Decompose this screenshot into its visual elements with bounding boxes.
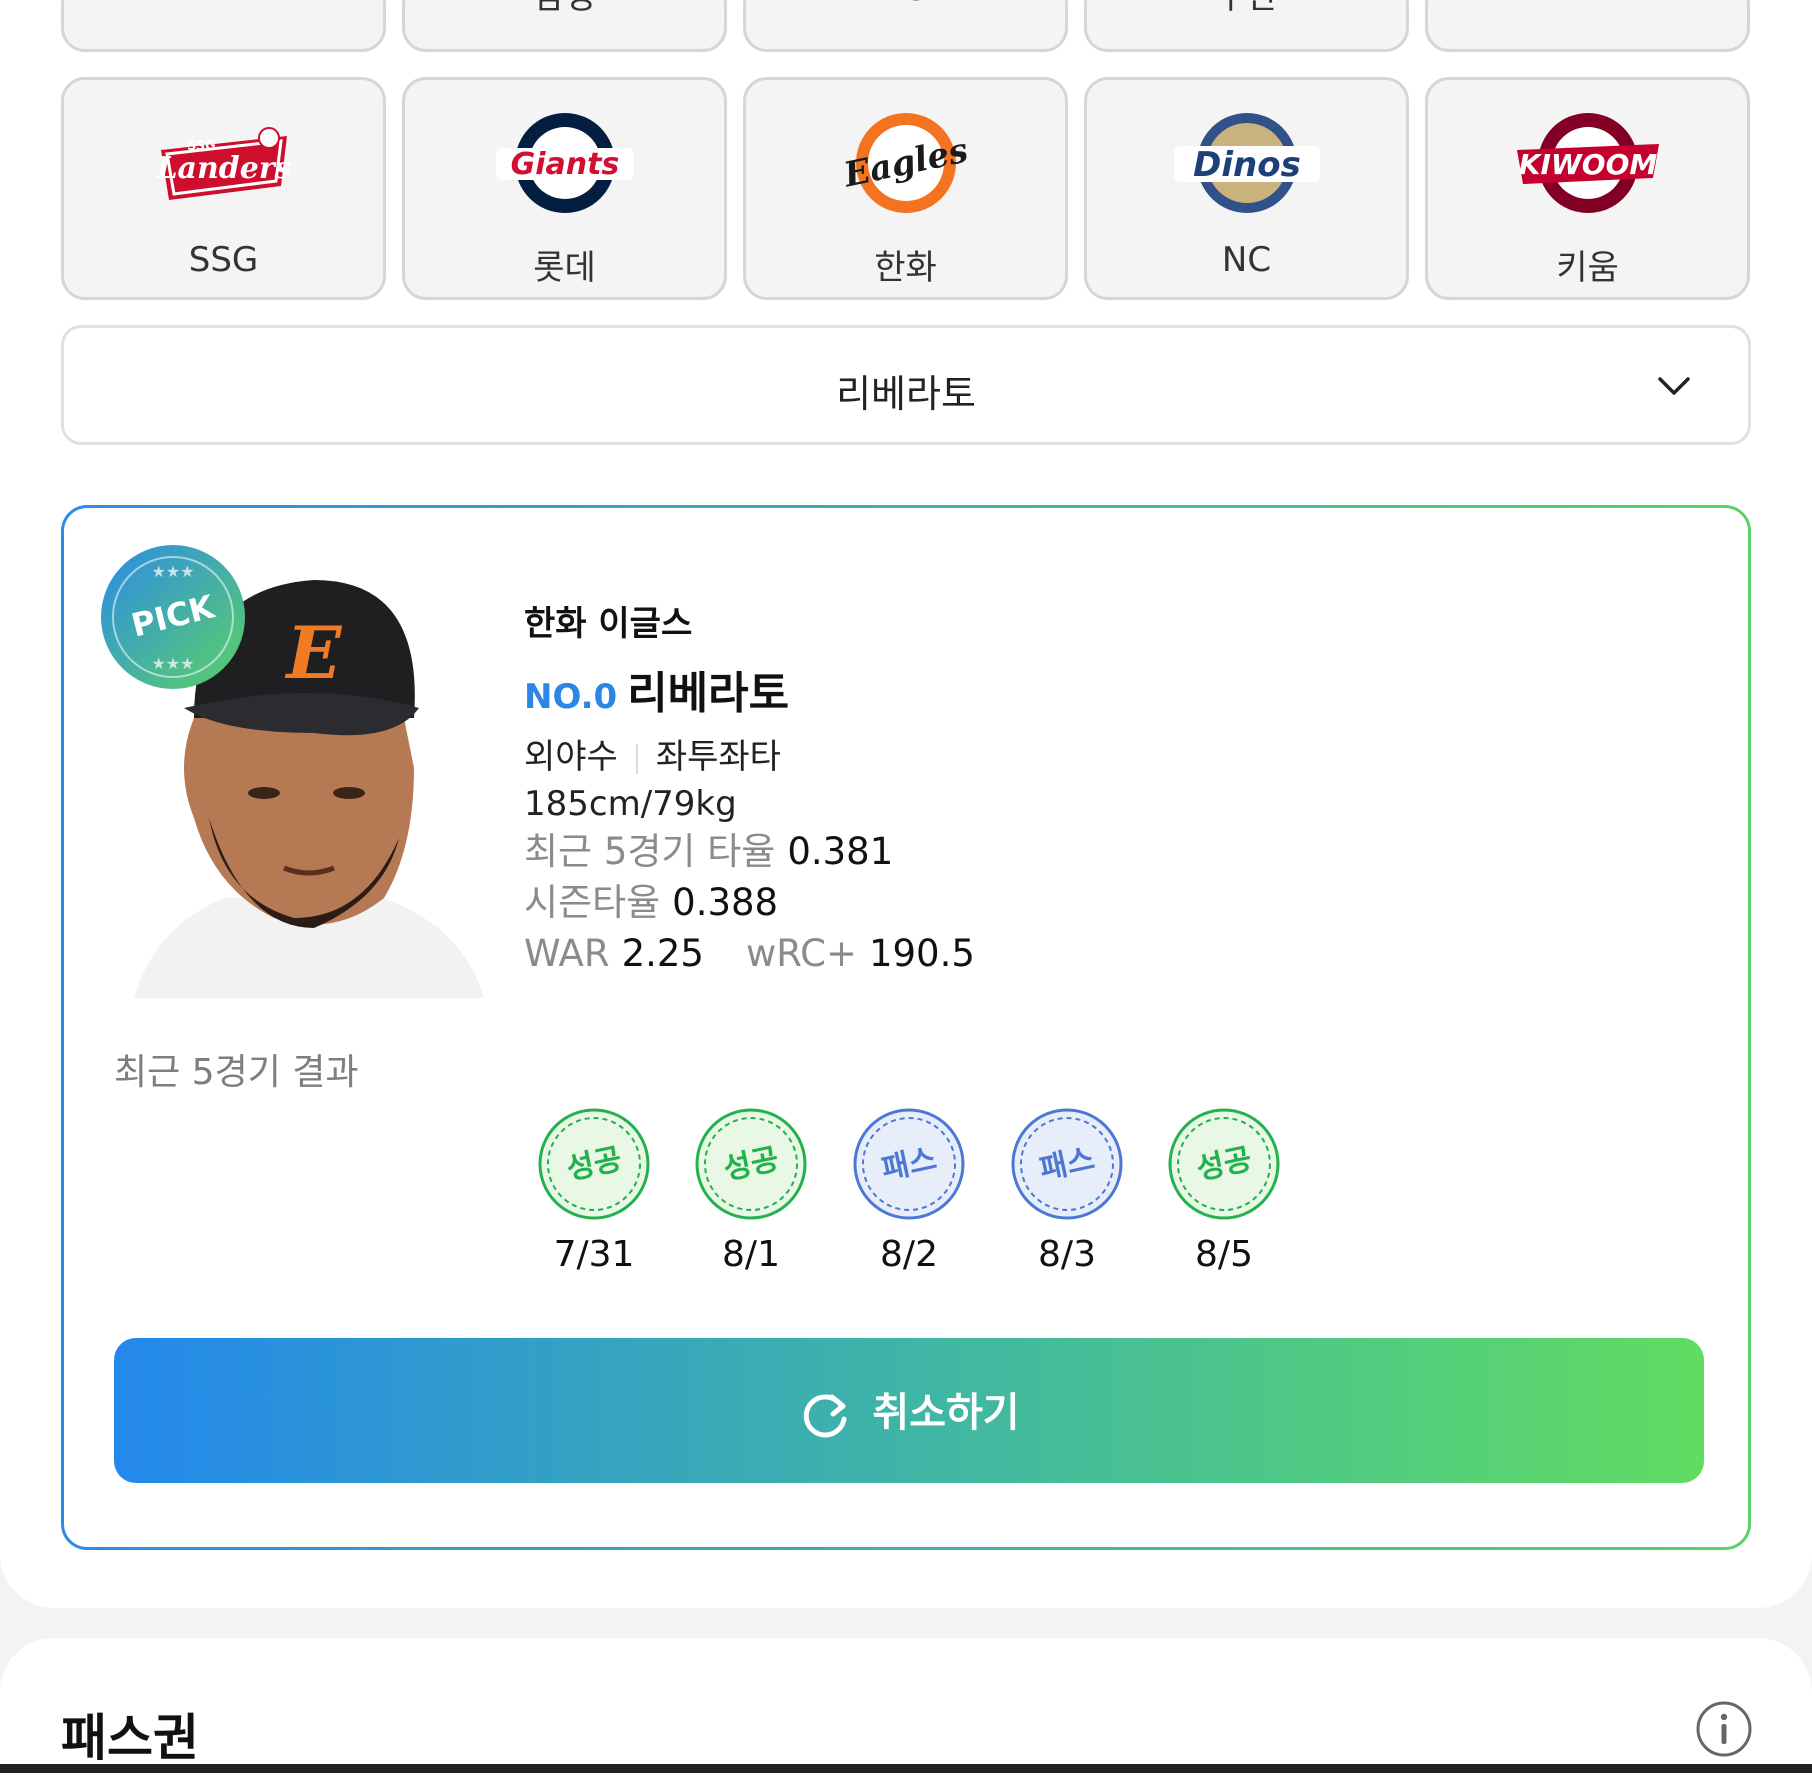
result-item: 패스 8/3 <box>1007 1108 1127 1275</box>
bottom-edge <box>0 1764 1812 1773</box>
cancel-pick-button[interactable]: 취소하기 <box>114 1338 1704 1483</box>
player-stats: 최근 5경기 타율 0.381 시즌타율 0.388 WAR 2.25 wRC+ 190.… <box>524 826 975 979</box>
player-name-row: NO.0 리베라토 <box>524 657 789 721</box>
stat-value: 190.5 <box>868 932 975 975</box>
svg-text:★★★: ★★★ <box>151 654 194 673</box>
player-number: NO.0 <box>524 677 618 717</box>
team-name: LG <box>746 0 1065 9</box>
player-name: 리베라토 <box>627 668 790 719</box>
refresh-icon <box>804 1394 847 1438</box>
svg-text:E: E <box>285 610 343 695</box>
ssg-logo: Landers SSG <box>155 127 291 200</box>
player-info: 한화 이글스 NO.0 리베라토 외야수 좌투좌타 185cm/79kg <box>524 596 789 824</box>
team-button-doosan[interactable]: 두산 <box>1084 0 1409 52</box>
dinos-logo: Dinos <box>1173 113 1320 213</box>
player-select[interactable]: 리베라토 <box>61 325 1751 445</box>
result-date: 7/31 <box>553 1234 635 1275</box>
player-card: E PICK ★★★ ★★★ 한화 이글스 NO.0 리베라토 외야수 좌투좌타… <box>61 505 1751 1550</box>
cancel-label: 취소하기 <box>872 1390 1020 1436</box>
pass-section-title: 패스권 <box>61 1709 199 1767</box>
result-stamp: 패스 <box>1011 1108 1123 1220</box>
team-name: 한화 <box>874 248 937 288</box>
team-name: NC <box>1221 240 1272 280</box>
team-name: 삼성 <box>405 0 724 18</box>
team-button-lotte[interactable]: Giants 롯데 <box>402 77 727 300</box>
svg-text:Giants: Giants <box>510 147 619 182</box>
player-position-row: 외야수 좌투좌타 <box>524 729 789 778</box>
team-button-kt[interactable]: KT <box>1425 0 1750 52</box>
result-date: 8/5 <box>1195 1234 1253 1275</box>
team-button-kia[interactable]: KIA <box>61 0 386 52</box>
result-item: 성공 8/5 <box>1164 1108 1284 1275</box>
result-date: 8/1 <box>722 1234 780 1275</box>
recent-results-title: 최근 5경기 결과 <box>114 1052 359 1093</box>
result-item: 성공 8/1 <box>691 1108 811 1275</box>
kiwoom-logo: KIWOOM <box>1516 113 1659 213</box>
player-position: 외야수 <box>524 737 618 777</box>
result-date: 8/3 <box>1038 1234 1096 1275</box>
main-panel: KIA 삼성 LG 두산 KT Landers SSG SSG Giants 롯… <box>0 0 1812 1608</box>
player-team: 한화 이글스 <box>524 604 693 644</box>
result-item: 패스 8/2 <box>849 1108 969 1275</box>
svg-text:KIWOOM: KIWOOM <box>1518 148 1657 181</box>
result-stamp: 성공 <box>538 1108 650 1220</box>
result-item: 성공 7/31 <box>534 1108 654 1275</box>
team-name: 키움 <box>1556 248 1619 288</box>
result-stamp: 성공 <box>695 1108 807 1220</box>
chevron-down-icon <box>1658 377 1690 395</box>
team-button-hanwha[interactable]: Eagles 한화 <box>743 77 1068 300</box>
team-name: KIA <box>64 0 383 9</box>
giants-logo: Giants <box>495 113 634 213</box>
stat-value: 0.388 <box>672 881 779 924</box>
svg-text:Dinos: Dinos <box>1193 145 1301 185</box>
result-date: 8/2 <box>880 1234 938 1275</box>
svg-text:SSG: SSG <box>187 139 216 154</box>
result-stamp: 성공 <box>1168 1108 1280 1220</box>
team-button-samsung[interactable]: 삼성 <box>402 0 727 52</box>
team-name: SSG <box>188 240 259 280</box>
eagles-logo: Eagles <box>839 113 971 213</box>
stat-label: wRC+ <box>745 932 857 975</box>
stat-label: 시즌타율 <box>524 881 661 924</box>
pass-section: 패스권 <box>0 1638 1812 1778</box>
divider <box>635 743 638 774</box>
stat-label: WAR <box>524 932 610 975</box>
team-button-nc[interactable]: Dinos NC <box>1084 77 1409 300</box>
team-button-kiwoom[interactable]: KIWOOM 키움 <box>1425 77 1750 300</box>
stat-value: 2.25 <box>621 932 704 975</box>
svg-text:Landers: Landers <box>155 151 291 186</box>
team-button-ssg[interactable]: Landers SSG SSG <box>61 77 386 300</box>
team-button-lg[interactable]: LG <box>743 0 1068 52</box>
player-bats-throws: 좌투좌타 <box>655 737 781 777</box>
team-name: KT <box>1428 0 1747 9</box>
result-stamp: 패스 <box>853 1108 965 1220</box>
svg-text:★★★: ★★★ <box>151 562 194 581</box>
team-name: 롯데 <box>533 248 596 288</box>
stat-value: 0.381 <box>787 830 894 873</box>
player-body: 185cm/79kg <box>524 784 737 824</box>
team-name: 두산 <box>1087 0 1406 18</box>
player-select-value: 리베라토 <box>836 372 976 416</box>
stat-label: 최근 5경기 타율 <box>524 830 776 873</box>
pick-badge: PICK ★★★ ★★★ <box>101 545 245 689</box>
info-icon[interactable] <box>1695 1700 1753 1758</box>
